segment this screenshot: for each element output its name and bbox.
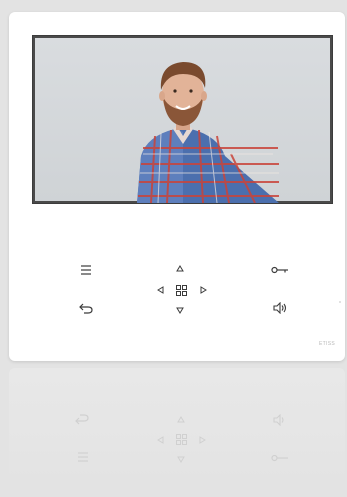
left-reflection-icon [157,436,164,444]
down-reflection-icon [177,456,185,463]
up-reflection-icon [177,416,185,423]
indicator-dot [339,301,341,303]
triangle-down-icon [176,307,184,314]
grid-icon [175,284,187,296]
right-reflection-icon [199,436,206,444]
back-arrow-reflection-icon [75,414,89,425]
menu-reflection-icon [78,452,88,462]
brand-mark: ETISS [319,341,335,347]
speaker-icon [273,302,287,314]
key-reflection-icon [271,454,288,462]
right-button[interactable] [192,279,214,301]
triangle-left-icon [156,286,163,294]
left-button[interactable] [149,279,171,301]
menu-button[interactable] [75,259,97,281]
device-reflection [9,368,345,497]
volume-button[interactable] [269,297,291,319]
menu-icon [81,265,91,275]
intercom-monitor: ETISS [9,12,345,361]
triangle-right-icon [200,286,207,294]
key-button[interactable] [269,259,291,281]
grid-reflection-icon [176,434,187,445]
speaker-reflection-icon [273,414,284,426]
triangle-up-icon [176,264,184,271]
back-button[interactable] [75,297,97,319]
up-button[interactable] [169,257,191,279]
person-image [137,62,279,203]
video-screen [32,35,333,204]
key-icon [271,266,288,274]
back-arrow-icon [79,303,93,314]
ok-button[interactable] [170,279,192,301]
down-button[interactable] [169,299,191,321]
